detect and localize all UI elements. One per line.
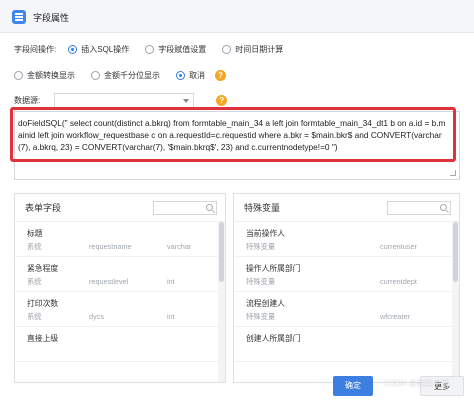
- scrollbar[interactable]: [452, 222, 459, 382]
- scroll-thumb[interactable]: [219, 222, 224, 282]
- form-icon: [12, 10, 26, 24]
- radio-amount-thousands[interactable]: 金额千分位显示: [91, 70, 160, 81]
- radio-dot[interactable]: [176, 70, 185, 80]
- sql-text: doFieldSQL(" select count(distinct a.bkr…: [18, 118, 446, 152]
- search-icon: [206, 203, 213, 211]
- window-title: 字段属性: [33, 13, 70, 23]
- help-icon[interactable]: ?: [215, 69, 226, 81]
- help-icon[interactable]: ?: [216, 94, 228, 106]
- panel-header: 特殊变量: [234, 194, 459, 222]
- number-format-row: 金额转换显示 金额千分位显示 取消 ?: [14, 68, 464, 82]
- radio-dot[interactable]: [68, 44, 78, 54]
- list-item[interactable]: 直接上级: [15, 327, 225, 362]
- radio-dot[interactable]: [91, 70, 100, 80]
- resize-handle-icon[interactable]: [450, 170, 456, 176]
- panel-header: 表单字段: [15, 194, 225, 222]
- radio-datetime-calc[interactable]: 时间日期计算: [222, 44, 283, 55]
- scrollbar[interactable]: [218, 222, 225, 382]
- operations-label: 字段间操作:: [14, 44, 57, 54]
- radio-amount-convert[interactable]: 金额转换显示: [14, 70, 75, 81]
- special-vars-panel: 特殊变量 当前操作人 特殊变量 currentuser 操作人所属部门 特殊变量…: [233, 193, 460, 383]
- list-item[interactable]: 标题 系统 requestname varchar: [15, 222, 225, 257]
- radio-insert-sql[interactable]: 插入SQL操作: [68, 44, 129, 55]
- list-item[interactable]: 创建人所属部门: [234, 327, 459, 362]
- list-item[interactable]: 紧急程度 系统 requestlevel int: [15, 257, 225, 292]
- search-input[interactable]: [153, 200, 217, 215]
- radio-cancel[interactable]: 取消: [176, 70, 205, 81]
- list-item[interactable]: 打印次数 系统 dycs int: [15, 292, 225, 327]
- datasource-select[interactable]: [54, 92, 195, 108]
- list-item[interactable]: 流程创建人 特殊变量 wfcreater: [234, 292, 459, 327]
- list-item[interactable]: 操作人所属部门 特殊变量 currentdept: [234, 257, 459, 292]
- ok-button[interactable]: 确定: [333, 376, 373, 396]
- title-bar: 字段属性: [0, 0, 474, 33]
- radio-dot[interactable]: [145, 44, 155, 54]
- chevron-down-icon: [183, 98, 190, 103]
- radio-dot[interactable]: [222, 44, 232, 54]
- watermark: CSDN @雨落星辰: [384, 379, 450, 388]
- datasource-label: 数据源:: [14, 95, 41, 105]
- radio-dot[interactable]: [14, 70, 23, 80]
- radio-field-assign[interactable]: 字段赋值设置: [145, 44, 206, 55]
- panel-title: 表单字段: [25, 203, 62, 213]
- search-icon: [440, 203, 447, 211]
- scroll-thumb[interactable]: [453, 222, 458, 282]
- datasource-row: 数据源: ?: [14, 92, 464, 108]
- list-item[interactable]: 当前操作人 特殊变量 currentuser: [234, 222, 459, 257]
- form-fields-panel: 表单字段 标题 系统 requestname varchar 紧急程度 系统 r…: [14, 193, 226, 383]
- panel-title: 特殊变量: [244, 203, 281, 213]
- operations-row: 字段间操作: 插入SQL操作 字段赋值设置 时间日期计算: [14, 42, 464, 56]
- search-input[interactable]: [387, 200, 451, 215]
